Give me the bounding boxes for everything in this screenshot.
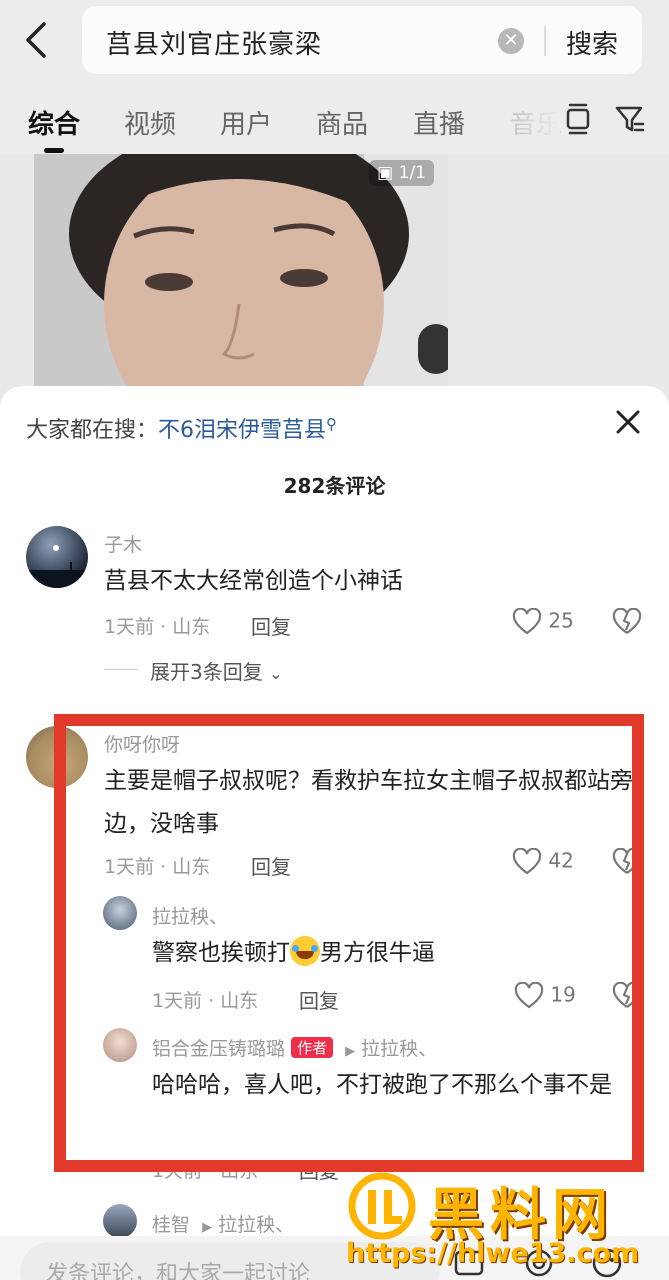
- avatar-image: [26, 545, 88, 588]
- author-avatar[interactable]: [418, 324, 448, 374]
- comment-input-placeholder: 发条评论，和大家一起讨论: [46, 1262, 311, 1280]
- chevron-down-icon: ⌄: [269, 664, 283, 683]
- search-input[interactable]: 莒县刘官庄张豪梁 ✕ 搜索: [82, 6, 642, 74]
- search-button[interactable]: 搜索: [566, 24, 618, 61]
- reply-header: 桂智 ▶ 拉拉秧、: [152, 1210, 294, 1237]
- watermark-logo-icon: [348, 1172, 416, 1240]
- top-bar: 莒县刘官庄张豪梁 ✕ 搜索: [0, 0, 669, 84]
- search-tabs: 综合 视频 用户 商品 直播 音乐: [0, 84, 669, 154]
- clear-icon[interactable]: ✕: [498, 28, 524, 54]
- divider: [544, 26, 546, 56]
- avatar[interactable]: [103, 1204, 137, 1238]
- comments-sheet: 大家都在搜：不6泪宋伊雪莒县⚲ 282条评论 子木 莒县不太大经常创造个小神话 …: [0, 386, 669, 1280]
- video-thumbnail[interactable]: ▣ 1/1: [34, 154, 448, 386]
- tab-fade: [500, 84, 560, 154]
- expand-replies-button[interactable]: 展开3条回复 ⌄: [150, 656, 283, 685]
- dislike-button[interactable]: [612, 607, 642, 636]
- image-counter-text: 1/1: [398, 163, 426, 183]
- like-button[interactable]: 25: [512, 607, 574, 636]
- search-query: 莒县刘官庄张豪梁: [106, 30, 323, 60]
- layout-toggle-icon[interactable]: [562, 102, 594, 136]
- comment-username[interactable]: 子木: [104, 530, 142, 557]
- watermark: 黑料网 https://hlwe13.com: [336, 1172, 666, 1280]
- highlight-box: [54, 714, 644, 1172]
- avatar[interactable]: [26, 526, 88, 588]
- hot-search: 大家都在搜：不6泪宋伊雪莒县⚲: [26, 412, 337, 444]
- reply-button[interactable]: 回复: [251, 611, 291, 640]
- comment-count: 282条评论: [283, 474, 386, 498]
- expand-replies-label: 展开3条回复: [150, 660, 263, 684]
- comment-meta: 1天前 · 山东: [104, 616, 211, 638]
- filter-icon[interactable]: [614, 102, 646, 136]
- image-counter: ▣ 1/1: [369, 160, 434, 186]
- reply-username[interactable]: 桂智: [152, 1214, 190, 1236]
- reply-arrow-icon: ▶: [202, 1220, 213, 1235]
- broken-heart-icon: [612, 607, 642, 634]
- tab-live[interactable]: 直播: [413, 104, 465, 141]
- like-count: 25: [548, 608, 574, 633]
- divider: [104, 669, 138, 670]
- tab-users[interactable]: 用户: [220, 104, 272, 141]
- tab-goods[interactable]: 商品: [316, 104, 368, 141]
- face-photo: [34, 154, 448, 386]
- tab-comprehensive[interactable]: 综合: [28, 104, 80, 141]
- active-tab-indicator: [44, 148, 64, 153]
- reply-target[interactable]: 拉拉秧、: [218, 1214, 294, 1236]
- close-icon[interactable]: [612, 406, 644, 438]
- watermark-url: https://hlwe13.com: [346, 1238, 640, 1269]
- search-small-icon: ⚲: [326, 415, 338, 433]
- hot-search-link[interactable]: 不6泪宋伊雪莒县: [158, 418, 326, 443]
- back-icon[interactable]: [20, 18, 60, 62]
- heart-icon: [512, 607, 542, 635]
- tab-video[interactable]: 视频: [124, 104, 176, 141]
- hot-search-label: 大家都在搜：: [26, 418, 159, 443]
- comment-text: 莒县不太大经常创造个小神话: [104, 568, 403, 594]
